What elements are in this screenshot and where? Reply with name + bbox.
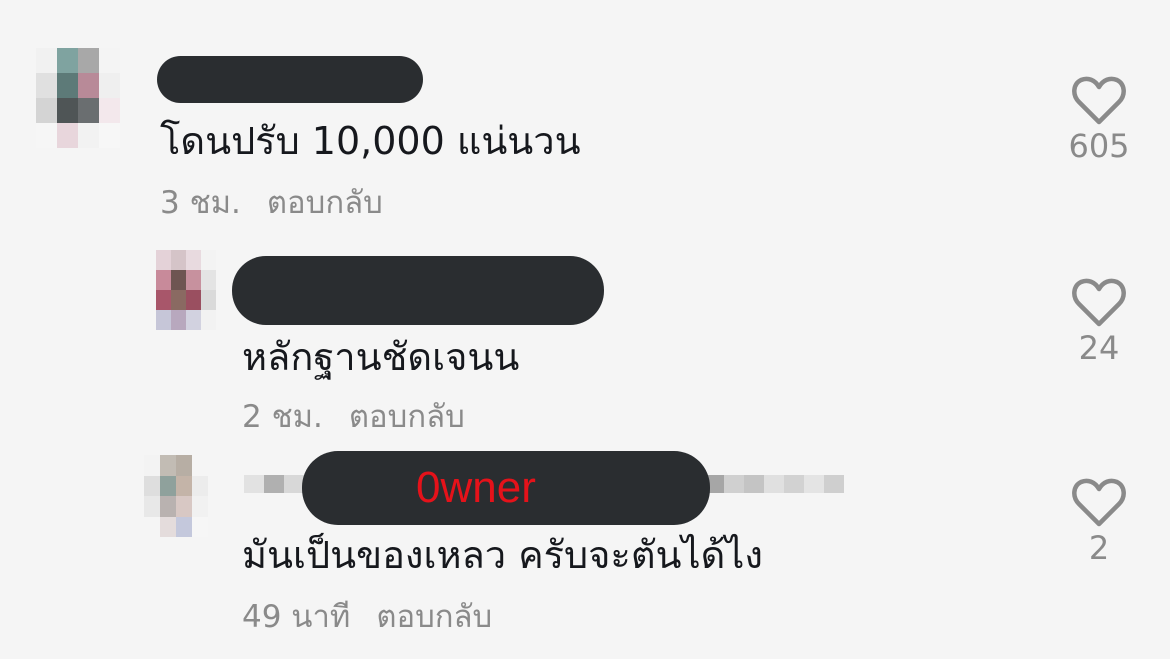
owner-label: 0wner	[416, 463, 536, 512]
like-count: 605	[1068, 127, 1130, 165]
comment-3: 0wner มันเป็นของเหลว ครับจะตันได้ไง 49 น…	[0, 445, 1170, 659]
comment-meta: 49 นาที ตอบกลับ	[242, 602, 492, 633]
comment-text: หลักฐานชัดเจนน	[242, 335, 520, 379]
redacted-username[interactable]	[157, 56, 423, 103]
comment-meta: 2 ชม. ตอบกลับ	[242, 402, 465, 433]
avatar[interactable]	[36, 48, 120, 148]
heart-outline-icon	[1072, 478, 1126, 527]
heart-outline-icon	[1072, 76, 1126, 125]
redacted-username[interactable]	[232, 256, 604, 325]
comment-text: โดนปรับ 10,000 แน่นวน	[160, 119, 581, 163]
comment-text: มันเป็นของเหลว ครับจะตันได้ไง	[242, 533, 763, 577]
reply-button[interactable]: ตอบกลับ	[349, 399, 465, 435]
comment-1: โดนปรับ 10,000 แน่นวน 3 ชม. ตอบกลับ 605	[0, 0, 1170, 230]
like-count: 24	[1078, 329, 1120, 367]
reply-button[interactable]: ตอบกลับ	[267, 185, 383, 221]
comment-time: 3 ชม.	[160, 185, 241, 221]
comment-time: 2 ชม.	[242, 399, 323, 435]
blurred-username	[704, 475, 844, 493]
avatar[interactable]	[156, 250, 216, 330]
comment-meta: 3 ชม. ตอบกลับ	[160, 188, 383, 219]
comment-2: หลักฐานชัดเจนน 2 ชม. ตอบกลับ 24	[0, 230, 1170, 445]
heart-outline-icon	[1072, 278, 1126, 327]
comment-time: 49 นาที	[242, 599, 351, 635]
reply-button[interactable]: ตอบกลับ	[376, 599, 492, 635]
like-count: 2	[1088, 529, 1110, 567]
like-button[interactable]: 24	[1064, 278, 1134, 364]
like-button[interactable]: 2	[1064, 478, 1134, 564]
avatar[interactable]	[144, 455, 208, 537]
like-button[interactable]: 605	[1064, 76, 1134, 162]
